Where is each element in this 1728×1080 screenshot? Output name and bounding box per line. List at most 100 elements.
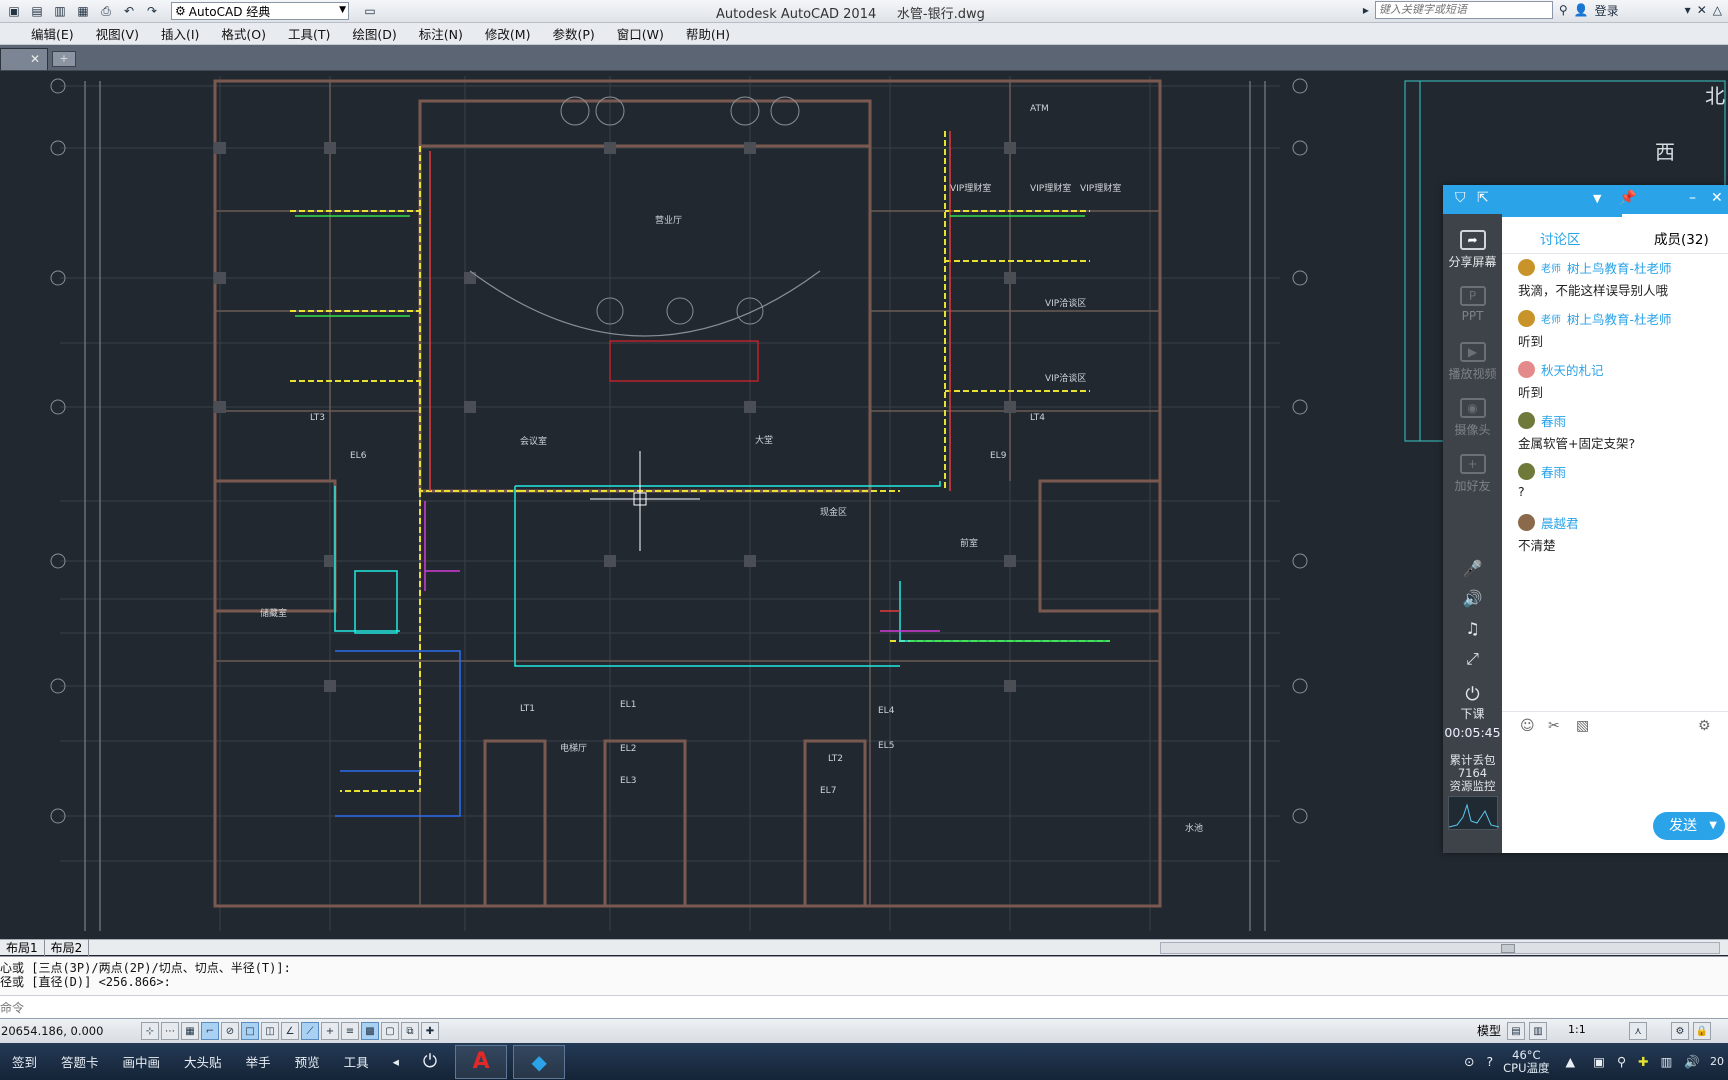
sc-icon[interactable]: ⧉	[401, 1022, 419, 1040]
workspace-switch-icon[interactable]: ⚙	[1671, 1022, 1689, 1040]
taskbar-item[interactable]: 举手	[234, 1052, 283, 1071]
autocad-taskbar-icon[interactable]: A	[455, 1044, 508, 1079]
menu-edit[interactable]: 编辑(E)	[20, 24, 85, 43]
infer-icon[interactable]: ⊹	[141, 1022, 159, 1040]
menu-format[interactable]: 格式(O)	[210, 24, 277, 43]
a360-icon[interactable]: △	[1713, 3, 1722, 17]
am-icon[interactable]: ✚	[421, 1022, 439, 1040]
tab-members[interactable]: 成员(32)	[1654, 228, 1709, 248]
chat-input[interactable]	[1503, 741, 1727, 807]
osnap-icon[interactable]: □	[241, 1022, 259, 1040]
drawing-quickview-icon[interactable]: ▥	[1529, 1022, 1547, 1040]
play-video-button[interactable]: ▶ 播放视频	[1443, 342, 1502, 382]
search-input[interactable]	[1374, 1, 1553, 19]
layer-icon[interactable]: ▭	[360, 2, 380, 20]
transparency-icon[interactable]: ▩	[361, 1022, 379, 1040]
menu-window[interactable]: 窗口(W)	[606, 24, 675, 43]
lock-icon[interactable]: 🔒	[1693, 1022, 1711, 1040]
pin-icon[interactable]: 📌	[1619, 190, 1636, 206]
otrack-icon[interactable]: ∠	[281, 1022, 299, 1040]
music-icon[interactable]: ♫	[1443, 619, 1502, 638]
save-icon[interactable]: ▦	[73, 2, 93, 20]
message-sender[interactable]: 春雨	[1518, 461, 1728, 481]
command-input[interactable]	[0, 995, 1728, 1017]
message-sender[interactable]: 老师 树上鸟教育-杜老师	[1518, 257, 1728, 277]
camera-button[interactable]: ◉ 摄像头	[1443, 398, 1502, 438]
file-tab[interactable]: ✕	[0, 48, 48, 70]
taskbar-item[interactable]: 工具	[332, 1052, 381, 1071]
workspace-dropdown[interactable]: ⚙ AutoCAD 经典 ▼	[171, 2, 349, 20]
share-icon[interactable]: ⇱	[1477, 190, 1489, 206]
menu-help[interactable]: 帮助(H)	[675, 24, 741, 43]
close-icon[interactable]: ✕	[1711, 190, 1723, 206]
power-icon[interactable]: ⏻	[411, 1051, 449, 1072]
open-icon[interactable]: ▥	[50, 2, 70, 20]
tray-expand-icon[interactable]: ▲	[1558, 1054, 1584, 1069]
login-link[interactable]: 登录	[1595, 2, 1619, 19]
taskbar-item[interactable]: 大头贴	[172, 1052, 234, 1071]
speaker-icon[interactable]: 🔊	[1443, 589, 1502, 608]
undo-icon[interactable]: ↶	[119, 2, 139, 20]
message-sender[interactable]: 老师 树上鸟教育-杜老师	[1518, 308, 1728, 328]
binoculars-icon[interactable]: ⚲	[1559, 3, 1568, 17]
expand-icon[interactable]: ▸	[1363, 3, 1369, 17]
end-class-button[interactable]: ⏻ 下课	[1443, 684, 1502, 722]
snap-icon[interactable]: ⋯	[161, 1022, 179, 1040]
menu-insert[interactable]: 插入(I)	[150, 24, 210, 43]
menu-parametric[interactable]: 参数(P)	[541, 24, 605, 43]
fullscreen-icon[interactable]: ⤢	[1443, 649, 1502, 669]
add-friend-button[interactable]: + 加好友	[1443, 454, 1502, 494]
layout-quickview-icon[interactable]: ▤	[1507, 1022, 1525, 1040]
tab-discussion[interactable]: 讨论区	[1540, 228, 1581, 248]
chevron-down-icon[interactable]: ▼	[1593, 192, 1601, 205]
taskbar-item[interactable]: 答题卡	[49, 1052, 111, 1071]
taskbar-item[interactable]: 预览	[283, 1052, 332, 1071]
close-icon[interactable]: ✕	[30, 52, 40, 66]
menu-modify[interactable]: 修改(M)	[474, 24, 542, 43]
new-file-icon[interactable]: ▤	[27, 2, 47, 20]
annotation-scale[interactable]: 1:1	[1568, 1023, 1586, 1036]
minimize-icon[interactable]: –	[1689, 190, 1696, 206]
redo-icon[interactable]: ↷	[142, 2, 162, 20]
ortho-icon[interactable]: ⌐	[201, 1022, 219, 1040]
taskbar-item[interactable]: 签到	[0, 1052, 49, 1071]
message-sender[interactable]: 春雨	[1518, 410, 1728, 430]
model-button[interactable]: 模型	[1474, 1022, 1504, 1039]
dropdown-icon[interactable]: ▾	[1685, 3, 1691, 17]
taskbar-more-icon[interactable]: ◂	[381, 1054, 411, 1069]
tray-network-icon[interactable]: ▥	[1659, 1054, 1675, 1069]
menu-tools[interactable]: 工具(T)	[277, 24, 341, 43]
polar-icon[interactable]: ⊘	[221, 1022, 239, 1040]
new-tab-button[interactable]: +	[52, 51, 76, 67]
dyn-icon[interactable]: +	[321, 1022, 339, 1040]
scissors-icon[interactable]: ✂	[1548, 718, 1560, 734]
settings-icon[interactable]: ⚙	[1698, 718, 1711, 734]
help-icon[interactable]: ?	[1485, 1054, 1496, 1069]
message-sender[interactable]: 晨越君	[1518, 512, 1728, 532]
tray-usb-icon[interactable]: ⚲	[1615, 1054, 1628, 1069]
menu-view[interactable]: 视图(V)	[85, 24, 150, 43]
volume-icon[interactable]: 🔊	[1682, 1054, 1702, 1070]
3dosnap-icon[interactable]: ◫	[261, 1022, 279, 1040]
emoji-icon[interactable]: ☺	[1520, 718, 1535, 734]
horizontal-scrollbar[interactable]	[1160, 942, 1720, 954]
share-screen-button[interactable]: ➦ 分享屏幕	[1443, 230, 1502, 270]
exchange-icon[interactable]: ✕	[1697, 3, 1707, 17]
app-menu-icon[interactable]: ▣	[4, 2, 24, 20]
tray-app-icon[interactable]: ▣	[1591, 1054, 1607, 1069]
send-button[interactable]: 发送 ▼	[1653, 812, 1725, 840]
shield-icon[interactable]: ⛉	[1455, 190, 1466, 206]
scroll-thumb[interactable]	[1501, 944, 1515, 953]
print-icon[interactable]: ⎙	[96, 2, 116, 20]
classroom-taskbar-icon[interactable]: ◆	[513, 1044, 566, 1079]
image-icon[interactable]: ▧	[1576, 718, 1589, 734]
clock[interactable]: 20	[1710, 1055, 1724, 1069]
tray-security-icon[interactable]: ✚	[1636, 1054, 1650, 1069]
grid-icon[interactable]: ▦	[181, 1022, 199, 1040]
message-sender[interactable]: 秋天的札记	[1518, 359, 1728, 379]
menu-draw[interactable]: 绘图(D)	[341, 24, 407, 43]
annotation-visibility-icon[interactable]: ⋏	[1629, 1022, 1647, 1040]
lineweight-icon[interactable]: ≡	[341, 1022, 359, 1040]
layout-tab-1[interactable]: 布局1	[0, 939, 45, 956]
layout-tab-2[interactable]: 布局2	[45, 939, 90, 956]
